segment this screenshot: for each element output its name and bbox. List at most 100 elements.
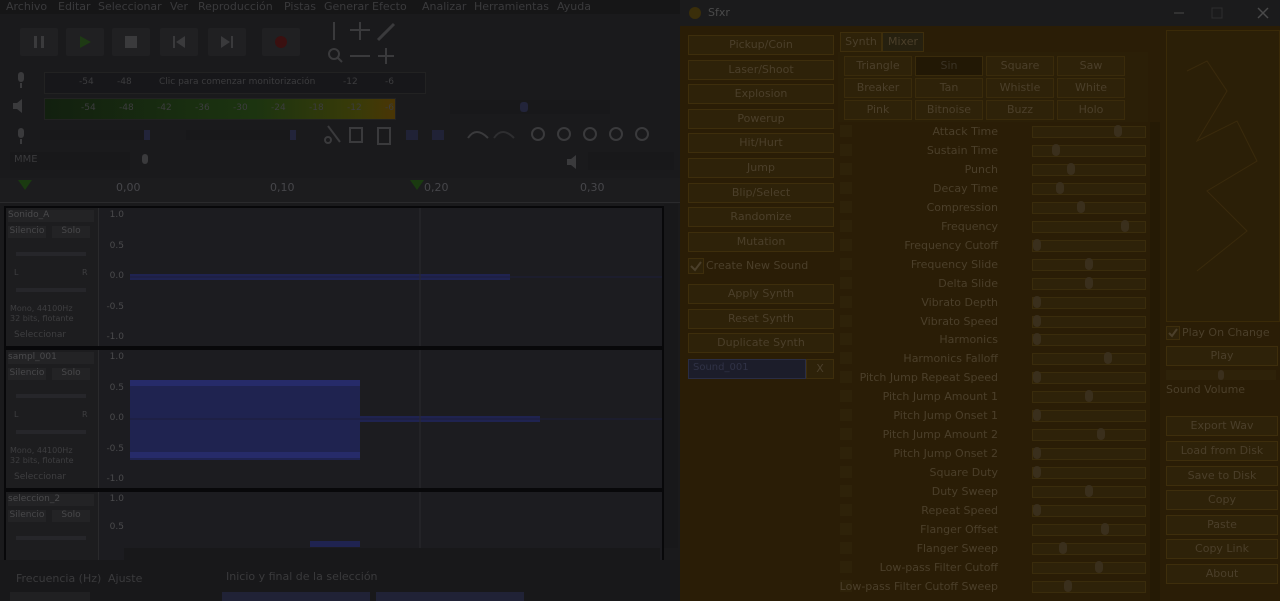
slider-knob[interactable] (1033, 295, 1041, 308)
param-lock-checkbox[interactable] (840, 276, 852, 289)
envelope-tool-icon[interactable] (350, 22, 370, 40)
params-scrollbar[interactable] (1150, 122, 1160, 601)
param-slider[interactable] (1032, 295, 1146, 309)
param-slider[interactable] (1032, 276, 1146, 290)
menu-item[interactable]: Seleccionar (98, 0, 162, 13)
playback-volume-slider[interactable] (186, 130, 296, 140)
slider-knob[interactable] (1033, 409, 1041, 422)
tab-synth[interactable]: Synth (840, 32, 882, 52)
param-slider[interactable] (1032, 257, 1146, 271)
pan-slider[interactable] (16, 288, 86, 292)
generator-button[interactable]: Blip/Select (688, 182, 834, 203)
waveform-button[interactable]: Sin (915, 56, 983, 76)
slider-knob[interactable] (1097, 428, 1105, 441)
redo-icon[interactable] (493, 131, 515, 139)
gain-slider[interactable] (16, 252, 86, 256)
generator-button[interactable]: Powerup (688, 108, 834, 129)
slider-knob[interactable] (1085, 276, 1093, 289)
frequency-field[interactable] (10, 592, 90, 601)
param-lock-checkbox[interactable] (840, 200, 852, 213)
selection-start-field[interactable] (222, 592, 370, 601)
zoom-toggle-icon[interactable] (635, 127, 649, 141)
vertical-scrollbar[interactable] (664, 204, 678, 548)
param-lock-checkbox[interactable] (840, 352, 852, 365)
file-action-button[interactable]: Load from Disk (1166, 441, 1278, 461)
menu-item[interactable]: Analizar (422, 0, 466, 13)
solo-button[interactable]: Solo (52, 368, 90, 380)
close-icon[interactable] (1256, 6, 1270, 20)
generator-button[interactable]: Jump (688, 158, 834, 178)
file-action-button[interactable]: Copy Link (1166, 539, 1278, 559)
param-slider[interactable] (1032, 200, 1146, 214)
slider-knob[interactable] (1059, 541, 1067, 554)
param-slider[interactable] (1032, 485, 1146, 499)
skip-end-button[interactable] (208, 28, 246, 56)
create-new-sound-checkbox[interactable] (688, 258, 704, 274)
waveform-button[interactable]: Holo (1057, 100, 1125, 120)
slider-knob[interactable] (1104, 352, 1112, 365)
param-slider[interactable] (1032, 466, 1146, 480)
sound-name-field[interactable]: Sound_001 (688, 359, 806, 379)
param-lock-checkbox[interactable] (840, 143, 852, 156)
select-track-button[interactable]: Seleccionar (14, 472, 66, 482)
fit-project-icon[interactable] (609, 127, 623, 141)
waveform-button[interactable]: Breaker (844, 78, 912, 98)
zoom-out-icon[interactable] (557, 127, 571, 141)
param-lock-checkbox[interactable] (840, 333, 852, 346)
audio-track[interactable]: Sonido_A Silencio Solo L R Mono, 44100Hz 32 bi… (4, 206, 664, 348)
playback-device-select[interactable] (588, 152, 674, 170)
record-meter[interactable]: -54 -48 Clic para comenzar monitorizació… (44, 72, 426, 94)
menu-item[interactable]: Archivo (6, 0, 47, 13)
param-lock-checkbox[interactable] (840, 541, 852, 554)
synth-action-button[interactable]: Reset Synth (688, 308, 834, 329)
slider-knob[interactable] (1121, 219, 1129, 232)
track-name-button[interactable]: seleccion_2 (8, 494, 94, 506)
slider-knob[interactable] (1067, 162, 1075, 175)
param-lock-checkbox[interactable] (840, 295, 852, 308)
copy-icon[interactable] (349, 127, 363, 143)
file-action-button[interactable]: About (1166, 564, 1278, 584)
cut-icon[interactable] (324, 125, 341, 144)
draw-tool-icon[interactable] (376, 22, 396, 42)
param-slider[interactable] (1032, 371, 1146, 385)
track-name-button[interactable]: Sonido_A (8, 210, 94, 222)
stop-button[interactable] (112, 28, 150, 56)
param-slider[interactable] (1032, 181, 1146, 195)
select-track-button[interactable]: Seleccionar (14, 330, 66, 340)
silence-icon[interactable] (432, 130, 444, 140)
waveform-button[interactable]: Buzz (986, 100, 1054, 120)
slider-knob[interactable] (1033, 238, 1041, 251)
waveform-button[interactable]: Triangle (844, 56, 912, 76)
volume-slider[interactable] (1166, 370, 1276, 380)
file-action-button[interactable]: Export Wav (1166, 416, 1278, 436)
param-slider[interactable] (1032, 143, 1146, 157)
param-slider[interactable] (1032, 541, 1146, 555)
waveform[interactable] (130, 208, 662, 346)
timeline-ruler[interactable]: 0,00 0,10 0,20 0,30 (0, 178, 680, 203)
tab-mixer[interactable]: Mixer (882, 32, 924, 52)
file-action-button[interactable]: Copy (1166, 490, 1278, 510)
solo-button[interactable]: Solo (52, 226, 90, 238)
param-lock-checkbox[interactable] (840, 485, 852, 498)
param-lock-checkbox[interactable] (840, 447, 852, 460)
play-on-change-checkbox[interactable] (1166, 326, 1180, 340)
param-slider[interactable] (1032, 162, 1146, 176)
selection-end-field[interactable] (376, 592, 524, 601)
param-slider[interactable] (1032, 333, 1146, 347)
param-slider[interactable] (1032, 447, 1146, 461)
generator-button[interactable]: Hit/Hurt (688, 133, 834, 154)
param-slider[interactable] (1032, 504, 1146, 517)
slider-knob[interactable] (1114, 125, 1122, 137)
slider-knob[interactable] (1033, 504, 1041, 516)
file-action-button[interactable]: Save to Disk (1166, 466, 1278, 486)
skip-start-button[interactable] (160, 28, 198, 56)
playback-meter[interactable]: -54 -48 -42 -36 -30 -24 -18 -12 -6 (44, 98, 396, 120)
param-lock-checkbox[interactable] (840, 371, 852, 384)
synth-action-button[interactable]: Duplicate Synth (688, 333, 834, 354)
menu-item[interactable]: Efecto (372, 0, 407, 13)
multi-tool-icon[interactable] (378, 48, 394, 64)
param-lock-checkbox[interactable] (840, 219, 852, 232)
param-lock-checkbox[interactable] (840, 125, 852, 137)
mute-button[interactable]: Silencio (8, 226, 46, 238)
zoom-in-icon[interactable] (531, 127, 545, 141)
